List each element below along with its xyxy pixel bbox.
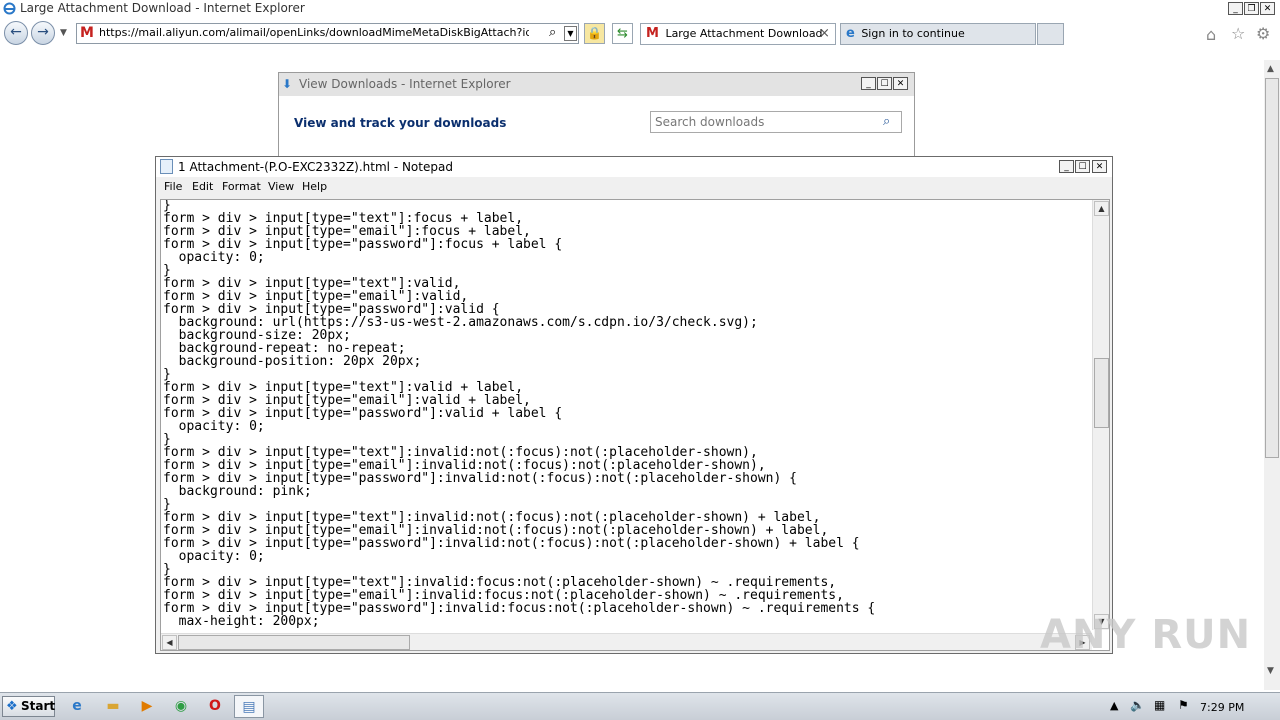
- back-button[interactable]: ←: [4, 21, 28, 45]
- home-icon[interactable]: ⌂: [1206, 25, 1216, 44]
- downloads-window-title: View Downloads - Internet Explorer: [299, 77, 511, 91]
- taskbar: ❖ Start e ▬ ▶ ◉ O ▤ ▲ 🔈 ▦ ⚑ 7:29 PM: [0, 692, 1280, 720]
- chrome-icon[interactable]: ◉: [166, 695, 196, 718]
- address-bar[interactable]: M https://mail.aliyun.com/alimail/openLi…: [76, 23, 579, 44]
- close-button[interactable]: ✕: [1260, 2, 1275, 15]
- downloads-search-placeholder: Search downloads: [655, 115, 765, 129]
- tab-label: Sign in to continue: [861, 27, 965, 40]
- scroll-down-icon[interactable]: ▼: [1267, 666, 1274, 676]
- start-button[interactable]: ❖ Start: [2, 696, 55, 717]
- history-dropdown-icon[interactable]: ▼: [60, 28, 67, 38]
- notepad-window-title: 1 Attachment-(P.O-EXC2332Z).html - Notep…: [178, 160, 453, 174]
- downloads-maximize-button[interactable]: ☐: [877, 77, 892, 90]
- back-arrow-icon: ←: [10, 24, 22, 40]
- gear-icon[interactable]: ⚙: [1256, 24, 1270, 43]
- address-dropdown-icon[interactable]: ▼: [564, 26, 577, 41]
- notepad-close-button[interactable]: ✕: [1092, 160, 1107, 173]
- windows-logo-icon: ❖: [6, 699, 18, 714]
- ie-logo-icon: [3, 2, 16, 15]
- menu-edit[interactable]: Edit: [192, 180, 213, 193]
- vertical-scroll-thumb[interactable]: [1094, 358, 1109, 428]
- scroll-left-icon[interactable]: ◀: [162, 635, 177, 650]
- downloads-close-button[interactable]: ✕: [893, 77, 908, 90]
- folder-icon[interactable]: ▬: [98, 695, 128, 718]
- network-icon[interactable]: ▦: [1154, 698, 1165, 712]
- notepad-content[interactable]: } form > div > input[type="text"]:focus …: [163, 200, 875, 628]
- notepad-maximize-button[interactable]: ☐: [1075, 160, 1090, 173]
- forward-arrow-icon: →: [37, 24, 49, 40]
- notepad-menu-bar: File Edit Format View Help: [156, 177, 1112, 199]
- gmail-m-icon: M: [80, 25, 94, 41]
- search-icon[interactable]: ⌕: [883, 114, 890, 129]
- scroll-up-icon[interactable]: ▲: [1267, 64, 1274, 74]
- address-url[interactable]: https://mail.aliyun.com/alimail/openLink…: [99, 26, 529, 39]
- gmail-m-icon: M: [646, 26, 659, 41]
- ie-window-title: Large Attachment Download - Internet Exp…: [20, 1, 305, 15]
- forward-button[interactable]: →: [31, 21, 55, 45]
- tab-large-attachment-download[interactable]: M Large Attachment Download ×: [640, 23, 836, 45]
- tab-close-icon[interactable]: ×: [819, 24, 830, 44]
- menu-view[interactable]: View: [268, 180, 294, 193]
- menu-help[interactable]: Help: [302, 180, 327, 193]
- ie-icon[interactable]: e: [62, 695, 92, 718]
- view-downloads-window: ⬇ View Downloads - Internet Explorer _ ☐…: [278, 72, 915, 162]
- menu-format[interactable]: Format: [222, 180, 261, 193]
- horizontal-scroll-thumb[interactable]: [178, 635, 410, 650]
- volume-icon[interactable]: 🔈: [1130, 698, 1145, 712]
- notepad-title-bar: 1 Attachment-(P.O-EXC2332Z).html - Notep…: [156, 157, 1112, 177]
- page-scrollbar[interactable]: ▲ ▼: [1264, 60, 1280, 690]
- notepad-icon[interactable]: ▤: [234, 695, 264, 718]
- refresh-icon[interactable]: ⇆: [612, 23, 633, 44]
- notepad-minimize-button[interactable]: _: [1059, 160, 1074, 173]
- minimize-button[interactable]: _: [1228, 2, 1243, 15]
- ie-icon: e: [846, 26, 855, 41]
- downloads-title-bar: ⬇ View Downloads - Internet Explorer _ ☐…: [279, 73, 914, 96]
- show-hidden-icons[interactable]: ▲: [1110, 699, 1118, 712]
- lock-icon[interactable]: 🔒: [584, 23, 605, 44]
- opera-icon[interactable]: O: [200, 695, 230, 718]
- scroll-up-icon[interactable]: ▲: [1094, 201, 1109, 216]
- menu-file[interactable]: File: [164, 180, 182, 193]
- notepad-vertical-scrollbar[interactable]: ▲ ▼: [1092, 200, 1109, 630]
- search-icon[interactable]: ⌕: [549, 25, 556, 40]
- downloads-search-input[interactable]: Search downloads ⌕: [650, 111, 902, 133]
- tab-sign-in-to-continue[interactable]: e Sign in to continue: [840, 23, 1036, 45]
- page-scroll-thumb[interactable]: [1265, 78, 1279, 458]
- downloads-icon: ⬇: [282, 77, 293, 91]
- media-player-icon[interactable]: ▶: [132, 695, 162, 718]
- new-tab-button[interactable]: [1037, 23, 1064, 45]
- taskbar-clock[interactable]: 7:29 PM: [1200, 701, 1244, 714]
- notepad-window: 1 Attachment-(P.O-EXC2332Z).html - Notep…: [155, 156, 1113, 654]
- downloads-heading: View and track your downloads: [294, 116, 507, 130]
- anyrun-watermark: ANY RUN: [1040, 612, 1252, 658]
- restore-button[interactable]: ❐: [1244, 2, 1259, 15]
- action-center-flag-icon[interactable]: ⚑: [1178, 698, 1189, 712]
- start-label: Start: [21, 699, 56, 713]
- notepad-horizontal-scrollbar[interactable]: ◀ ▶: [161, 633, 1092, 650]
- notepad-text-area[interactable]: } form > div > input[type="text"]:focus …: [160, 199, 1110, 651]
- favorites-star-icon[interactable]: ☆: [1231, 24, 1245, 43]
- tab-label: Large Attachment Download: [665, 27, 823, 40]
- ie-title-bar: Large Attachment Download - Internet Exp…: [0, 0, 1280, 18]
- notepad-icon: [160, 159, 173, 174]
- downloads-minimize-button[interactable]: _: [861, 77, 876, 90]
